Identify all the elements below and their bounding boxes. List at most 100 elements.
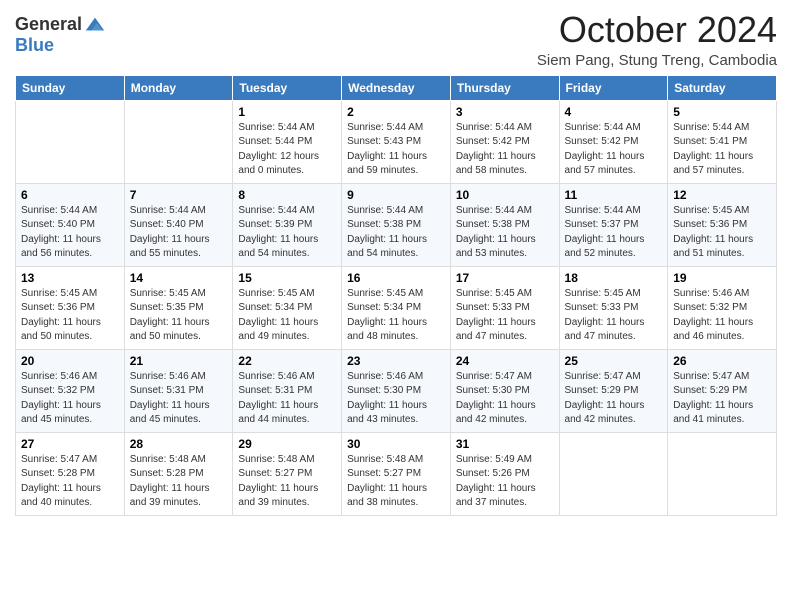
table-cell: 26 Sunrise: 5:47 AMSunset: 5:29 PMDayligh… [668,349,777,432]
day-number: 19 [673,271,771,285]
page: General Blue October 2024 Siem Pang, Stu… [0,0,792,612]
day-info: Sunrise: 5:44 AMSunset: 5:40 PMDaylight:… [21,204,119,262]
week-row-4: 20 Sunrise: 5:46 AMSunset: 5:32 PMDayligh… [16,349,777,432]
table-cell: 29 Sunrise: 5:48 AMSunset: 5:27 PMDayligh… [233,432,342,515]
day-number: 27 [21,437,119,451]
table-cell: 11 Sunrise: 5:44 AMSunset: 5:37 PMDayligh… [559,183,668,266]
day-number: 15 [238,271,336,285]
day-info: Sunrise: 5:48 AMSunset: 5:27 PMDaylight:… [347,453,445,511]
day-number: 8 [238,188,336,202]
table-cell: 30 Sunrise: 5:48 AMSunset: 5:27 PMDayligh… [342,432,451,515]
week-row-5: 27Sunrise: 5:47 AMSunset: 5:28 PMDayligh… [16,432,777,515]
day-info: Sunrise: 5:45 AMSunset: 5:34 PMDaylight:… [238,287,336,345]
day-number: 6 [21,188,119,202]
header: General Blue October 2024 Siem Pang, Stu… [15,10,777,69]
calendar-table: Sunday Monday Tuesday Wednesday Thursday… [15,75,777,516]
day-info: Sunrise: 5:45 AMSunset: 5:33 PMDaylight:… [565,287,663,345]
table-cell: 21 Sunrise: 5:46 AMSunset: 5:31 PMDayligh… [124,349,233,432]
table-cell: 22Sunrise: 5:46 AMSunset: 5:31 PMDayligh… [233,349,342,432]
day-info: Sunrise: 5:45 AMSunset: 5:36 PMDaylight:… [21,287,119,345]
day-number: 1 [238,105,336,119]
col-sunday: Sunday [16,75,125,100]
day-number: 12 [673,188,771,202]
table-cell [124,100,233,183]
day-number: 11 [565,188,663,202]
col-wednesday: Wednesday [342,75,451,100]
day-info: Sunrise: 5:44 AMSunset: 5:42 PMDaylight:… [565,121,663,179]
col-tuesday: Tuesday [233,75,342,100]
logo-blue-text: Blue [15,35,54,55]
day-info: Sunrise: 5:44 AMSunset: 5:37 PMDaylight:… [565,204,663,262]
col-monday: Monday [124,75,233,100]
day-number: 28 [130,437,228,451]
day-info: Sunrise: 5:44 AMSunset: 5:38 PMDaylight:… [347,204,445,262]
week-row-1: 1 Sunrise: 5:44 AMSunset: 5:44 PMDaylight… [16,100,777,183]
calendar-header-row: Sunday Monday Tuesday Wednesday Thursday… [16,75,777,100]
day-number: 20 [21,354,119,368]
day-info: Sunrise: 5:44 AMSunset: 5:42 PMDaylight:… [456,121,554,179]
table-cell: 24Sunrise: 5:47 AMSunset: 5:30 PMDayligh… [450,349,559,432]
day-number: 7 [130,188,228,202]
table-cell: 8Sunrise: 5:44 AMSunset: 5:39 PMDaylight… [233,183,342,266]
table-cell: 20 Sunrise: 5:46 AMSunset: 5:32 PMDayligh… [16,349,125,432]
table-cell: 25 Sunrise: 5:47 AMSunset: 5:29 PMDayligh… [559,349,668,432]
table-cell: 10Sunrise: 5:44 AMSunset: 5:38 PMDayligh… [450,183,559,266]
day-info: Sunrise: 5:48 AMSunset: 5:27 PMDaylight:… [238,453,336,511]
day-info: Sunrise: 5:48 AMSunset: 5:28 PMDaylight:… [130,453,228,511]
day-number: 23 [347,354,445,368]
day-number: 3 [456,105,554,119]
day-number: 30 [347,437,445,451]
calendar-title: October 2024 [537,10,777,50]
day-number: 10 [456,188,554,202]
table-cell: 27Sunrise: 5:47 AMSunset: 5:28 PMDayligh… [16,432,125,515]
table-cell: 17Sunrise: 5:45 AMSunset: 5:33 PMDayligh… [450,266,559,349]
day-number: 29 [238,437,336,451]
table-cell: 9 Sunrise: 5:44 AMSunset: 5:38 PMDaylight… [342,183,451,266]
day-number: 25 [565,354,663,368]
table-cell: 3 Sunrise: 5:44 AMSunset: 5:42 PMDaylight… [450,100,559,183]
table-cell [16,100,125,183]
table-cell: 28 Sunrise: 5:48 AMSunset: 5:28 PMDayligh… [124,432,233,515]
day-info: Sunrise: 5:44 AMSunset: 5:44 PMDaylight:… [238,121,336,179]
day-number: 31 [456,437,554,451]
day-info: Sunrise: 5:46 AMSunset: 5:32 PMDaylight:… [21,370,119,428]
day-number: 16 [347,271,445,285]
day-info: Sunrise: 5:45 AMSunset: 5:34 PMDaylight:… [347,287,445,345]
day-info: Sunrise: 5:46 AMSunset: 5:31 PMDaylight:… [130,370,228,428]
day-number: 4 [565,105,663,119]
col-friday: Friday [559,75,668,100]
day-number: 9 [347,188,445,202]
logo: General Blue [15,14,106,56]
day-info: Sunrise: 5:45 AMSunset: 5:33 PMDaylight:… [456,287,554,345]
col-saturday: Saturday [668,75,777,100]
day-info: Sunrise: 5:44 AMSunset: 5:41 PMDaylight:… [673,121,771,179]
table-cell: 1 Sunrise: 5:44 AMSunset: 5:44 PMDaylight… [233,100,342,183]
table-cell: 13 Sunrise: 5:45 AMSunset: 5:36 PMDayligh… [16,266,125,349]
day-info: Sunrise: 5:45 AMSunset: 5:36 PMDaylight:… [673,204,771,262]
day-number: 13 [21,271,119,285]
table-cell: 19Sunrise: 5:46 AMSunset: 5:32 PMDayligh… [668,266,777,349]
table-cell [559,432,668,515]
day-info: Sunrise: 5:45 AMSunset: 5:35 PMDaylight:… [130,287,228,345]
day-info: Sunrise: 5:46 AMSunset: 5:30 PMDaylight:… [347,370,445,428]
table-cell: 18 Sunrise: 5:45 AMSunset: 5:33 PMDayligh… [559,266,668,349]
day-number: 26 [673,354,771,368]
table-cell: 15 Sunrise: 5:45 AMSunset: 5:34 PMDayligh… [233,266,342,349]
day-number: 21 [130,354,228,368]
day-info: Sunrise: 5:47 AMSunset: 5:29 PMDaylight:… [565,370,663,428]
day-number: 14 [130,271,228,285]
day-info: Sunrise: 5:44 AMSunset: 5:40 PMDaylight:… [130,204,228,262]
table-cell: 12 Sunrise: 5:45 AMSunset: 5:36 PMDayligh… [668,183,777,266]
table-cell: 23 Sunrise: 5:46 AMSunset: 5:30 PMDayligh… [342,349,451,432]
table-cell: 2Sunrise: 5:44 AMSunset: 5:43 PMDaylight… [342,100,451,183]
table-cell [668,432,777,515]
table-cell: 16 Sunrise: 5:45 AMSunset: 5:34 PMDayligh… [342,266,451,349]
calendar-subtitle: Siem Pang, Stung Treng, Cambodia [537,52,777,69]
day-number: 22 [238,354,336,368]
day-info: Sunrise: 5:44 AMSunset: 5:43 PMDaylight:… [347,121,445,179]
day-number: 18 [565,271,663,285]
day-info: Sunrise: 5:47 AMSunset: 5:29 PMDaylight:… [673,370,771,428]
table-cell: 14 Sunrise: 5:45 AMSunset: 5:35 PMDayligh… [124,266,233,349]
title-block: October 2024 Siem Pang, Stung Treng, Cam… [537,10,777,69]
logo-general-text: General [15,15,82,35]
